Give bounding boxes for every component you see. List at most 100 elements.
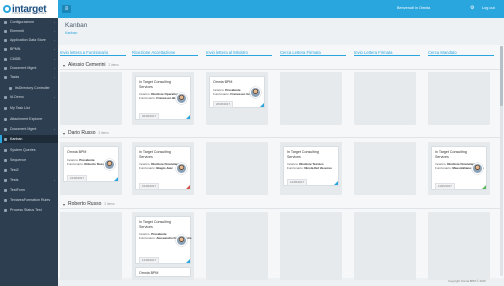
sidebar-item-tasks[interactable]: Tasks ‹ [0, 73, 58, 81]
scrollbar[interactable] [500, 46, 503, 276]
chevron-down-icon[interactable]: ▾ [63, 202, 65, 207]
sidebar-item-bpmn[interactable]: BPMN ‹ [0, 45, 58, 53]
check-icon [4, 75, 7, 79]
chevron-left-icon: ‹ [54, 57, 55, 61]
user-greeting[interactable]: Benvenuti in Omnia [397, 6, 430, 10]
chevron-down-icon[interactable]: ▾ [63, 63, 65, 68]
swimlane-header[interactable]: ▾ Roberto Russo 2 items [60, 200, 500, 209]
sidebar-item-testform[interactable]: TestForm [0, 186, 58, 194]
kanban-cell[interactable] [206, 212, 268, 280]
swimlane-header[interactable]: ▾ Dario Russo 3 items [60, 129, 500, 138]
kanban-cell[interactable] [354, 212, 416, 280]
top-bar: ≡ Benvenuti in Omnia ⚙ Log out [58, 0, 504, 18]
kanban-card[interactable]: In Target Consulting Services Incarico: D… [431, 146, 487, 190]
sidebar-item-label: Process Status Test [10, 208, 42, 212]
cube-icon [4, 29, 7, 33]
logo[interactable]: intarget CONSULTING SERVICES [0, 0, 58, 18]
kanban-card[interactable]: Omnia BPM Incarico: Presidente Funzionario… [209, 76, 265, 108]
sidebar-item-label: Tests [10, 178, 19, 182]
gear-icon[interactable]: ⚙ [470, 5, 474, 11]
sidebar-item-system-queries[interactable]: System Queries [0, 146, 58, 154]
sidebar-item-textareaformation-rules[interactable]: TextareaFormation Rules [0, 196, 58, 204]
sidebar-item-tests[interactable]: Tests ‹ [0, 176, 58, 184]
sidebar-item-configurazione[interactable]: Configurazione ‹ [0, 18, 58, 26]
sidebar-item-kanban[interactable]: Kanban [0, 135, 58, 143]
sidebar-item-my-task-list[interactable]: My Task List [0, 104, 58, 112]
column-underline [206, 55, 272, 56]
status-corner-marker [334, 181, 338, 185]
card-title: Omnia BPM [213, 80, 233, 84]
sidebar-item-label: System Queries [10, 148, 36, 152]
kanban-card[interactable]: Omnia BPM Incarico: Presidente Funzionario… [63, 146, 119, 182]
sidebar-item-label: Configurazione [10, 20, 35, 24]
kanban-card[interactable]: In Target Consulting Services Incarico: D… [135, 146, 191, 190]
kanban-cell[interactable] [354, 72, 416, 125]
swimlane-count: 2 items [108, 63, 119, 67]
card-title: Omnia BPM [139, 271, 159, 275]
column-underline [428, 55, 494, 56]
swimlane-header[interactable]: ▾ Alessio Cemerini 2 items [60, 61, 500, 70]
kanban-card[interactable]: In Target Consulting Services Incarico: P… [135, 216, 191, 264]
kanban-cell[interactable] [428, 72, 490, 125]
card-date: 14/06/2017 [139, 257, 159, 264]
sidebar-item-label: Document Mgmt [10, 66, 37, 70]
sidebar-item-label: TestForm [10, 188, 25, 192]
sort-icon [4, 158, 7, 162]
sidebar-item-ia-demo[interactable]: IA Demo ‹ [0, 93, 58, 101]
chevron-left-icon: ‹ [54, 29, 55, 33]
sidebar-item-application-data-store[interactable]: Application Data Store ‹ [0, 36, 58, 44]
kanban-card[interactable]: In Target Consulting Services Incarico: D… [283, 146, 339, 186]
sidebar-item-elementi[interactable]: Elementi ‹ [0, 27, 58, 35]
sidebar-item-document-mgmt[interactable]: Document Mgmt ‹ [0, 64, 58, 72]
search-icon [4, 148, 7, 152]
status-corner-marker [114, 177, 118, 181]
columns-icon [4, 137, 7, 141]
logout-link[interactable]: Log out [482, 6, 495, 10]
scrollbar-thumb[interactable] [500, 46, 503, 106]
sidebar-item-cmdb[interactable]: CMDB ‹ [0, 55, 58, 63]
chevron-down-icon[interactable]: ▾ [63, 131, 65, 136]
sidebar-item-label: Attachment Explorer [10, 117, 43, 121]
kanban-card[interactable]: Omnia BPM [135, 267, 191, 277]
sidebar-item-document-mgmt[interactable]: Document Mgmt ‹ [0, 125, 58, 133]
kanban-cell[interactable] [428, 212, 490, 280]
sidebar-item-attachment-explorer[interactable]: Attachment Explorer [0, 115, 58, 123]
chevron-left-icon: ‹ [54, 66, 55, 70]
card-official-value: Roberto Russo [84, 161, 106, 166]
column-underline [60, 55, 126, 56]
kanban-cell[interactable] [280, 72, 342, 125]
card-official-label: Funzionario: [139, 166, 156, 171]
card-date: 26/06/2017 [139, 113, 159, 120]
sidebar-item-test2[interactable]: Test2 [0, 166, 58, 174]
sidebar-item-sequence[interactable]: Sequence [0, 156, 58, 164]
breadcrumb[interactable]: Kanban [65, 31, 77, 35]
kanban-cell[interactable] [280, 212, 342, 280]
avatar [176, 163, 187, 174]
chevron-left-icon: ‹ [54, 47, 55, 51]
sidebar-item-label: TextareaFormation Rules [10, 198, 51, 202]
flask-icon [4, 168, 7, 172]
sidebar-item-label: Sequence [10, 158, 27, 162]
card-title: In Target Consulting Services [139, 80, 171, 89]
kanban-cell[interactable] [60, 72, 122, 125]
card-official-label: Funzionario: [67, 161, 84, 166]
card-official-label: Funzionario: [139, 96, 156, 101]
kanban-cell[interactable] [354, 142, 416, 195]
menu-toggle-button[interactable]: ≡ [62, 5, 71, 13]
logo-subtitle: CONSULTING SERVICES [12, 12, 47, 15]
avatar [472, 163, 483, 174]
kanban-card[interactable]: In Target Consulting Services Incarico: D… [135, 76, 191, 120]
card-date: 26/06/2017 [213, 101, 233, 108]
avatar [176, 235, 187, 246]
card-official-label: Funzionario: [213, 91, 230, 96]
sidebar-item-label: Elementi [10, 29, 24, 33]
card-title: In Target Consulting Services [139, 150, 171, 159]
kanban-cell[interactable] [60, 212, 122, 280]
status-corner-marker [186, 185, 190, 189]
sidebar-item-itsdirectory-controller[interactable]: ItsDirectory Controller [0, 84, 58, 92]
avatar [104, 159, 115, 170]
card-title: In Target Consulting Services [139, 220, 171, 229]
card-official: Funzionario: Biagio Jazz [139, 166, 173, 170]
sidebar-item-process-status-test[interactable]: Process Status Test [0, 206, 58, 214]
kanban-cell[interactable] [206, 142, 268, 195]
